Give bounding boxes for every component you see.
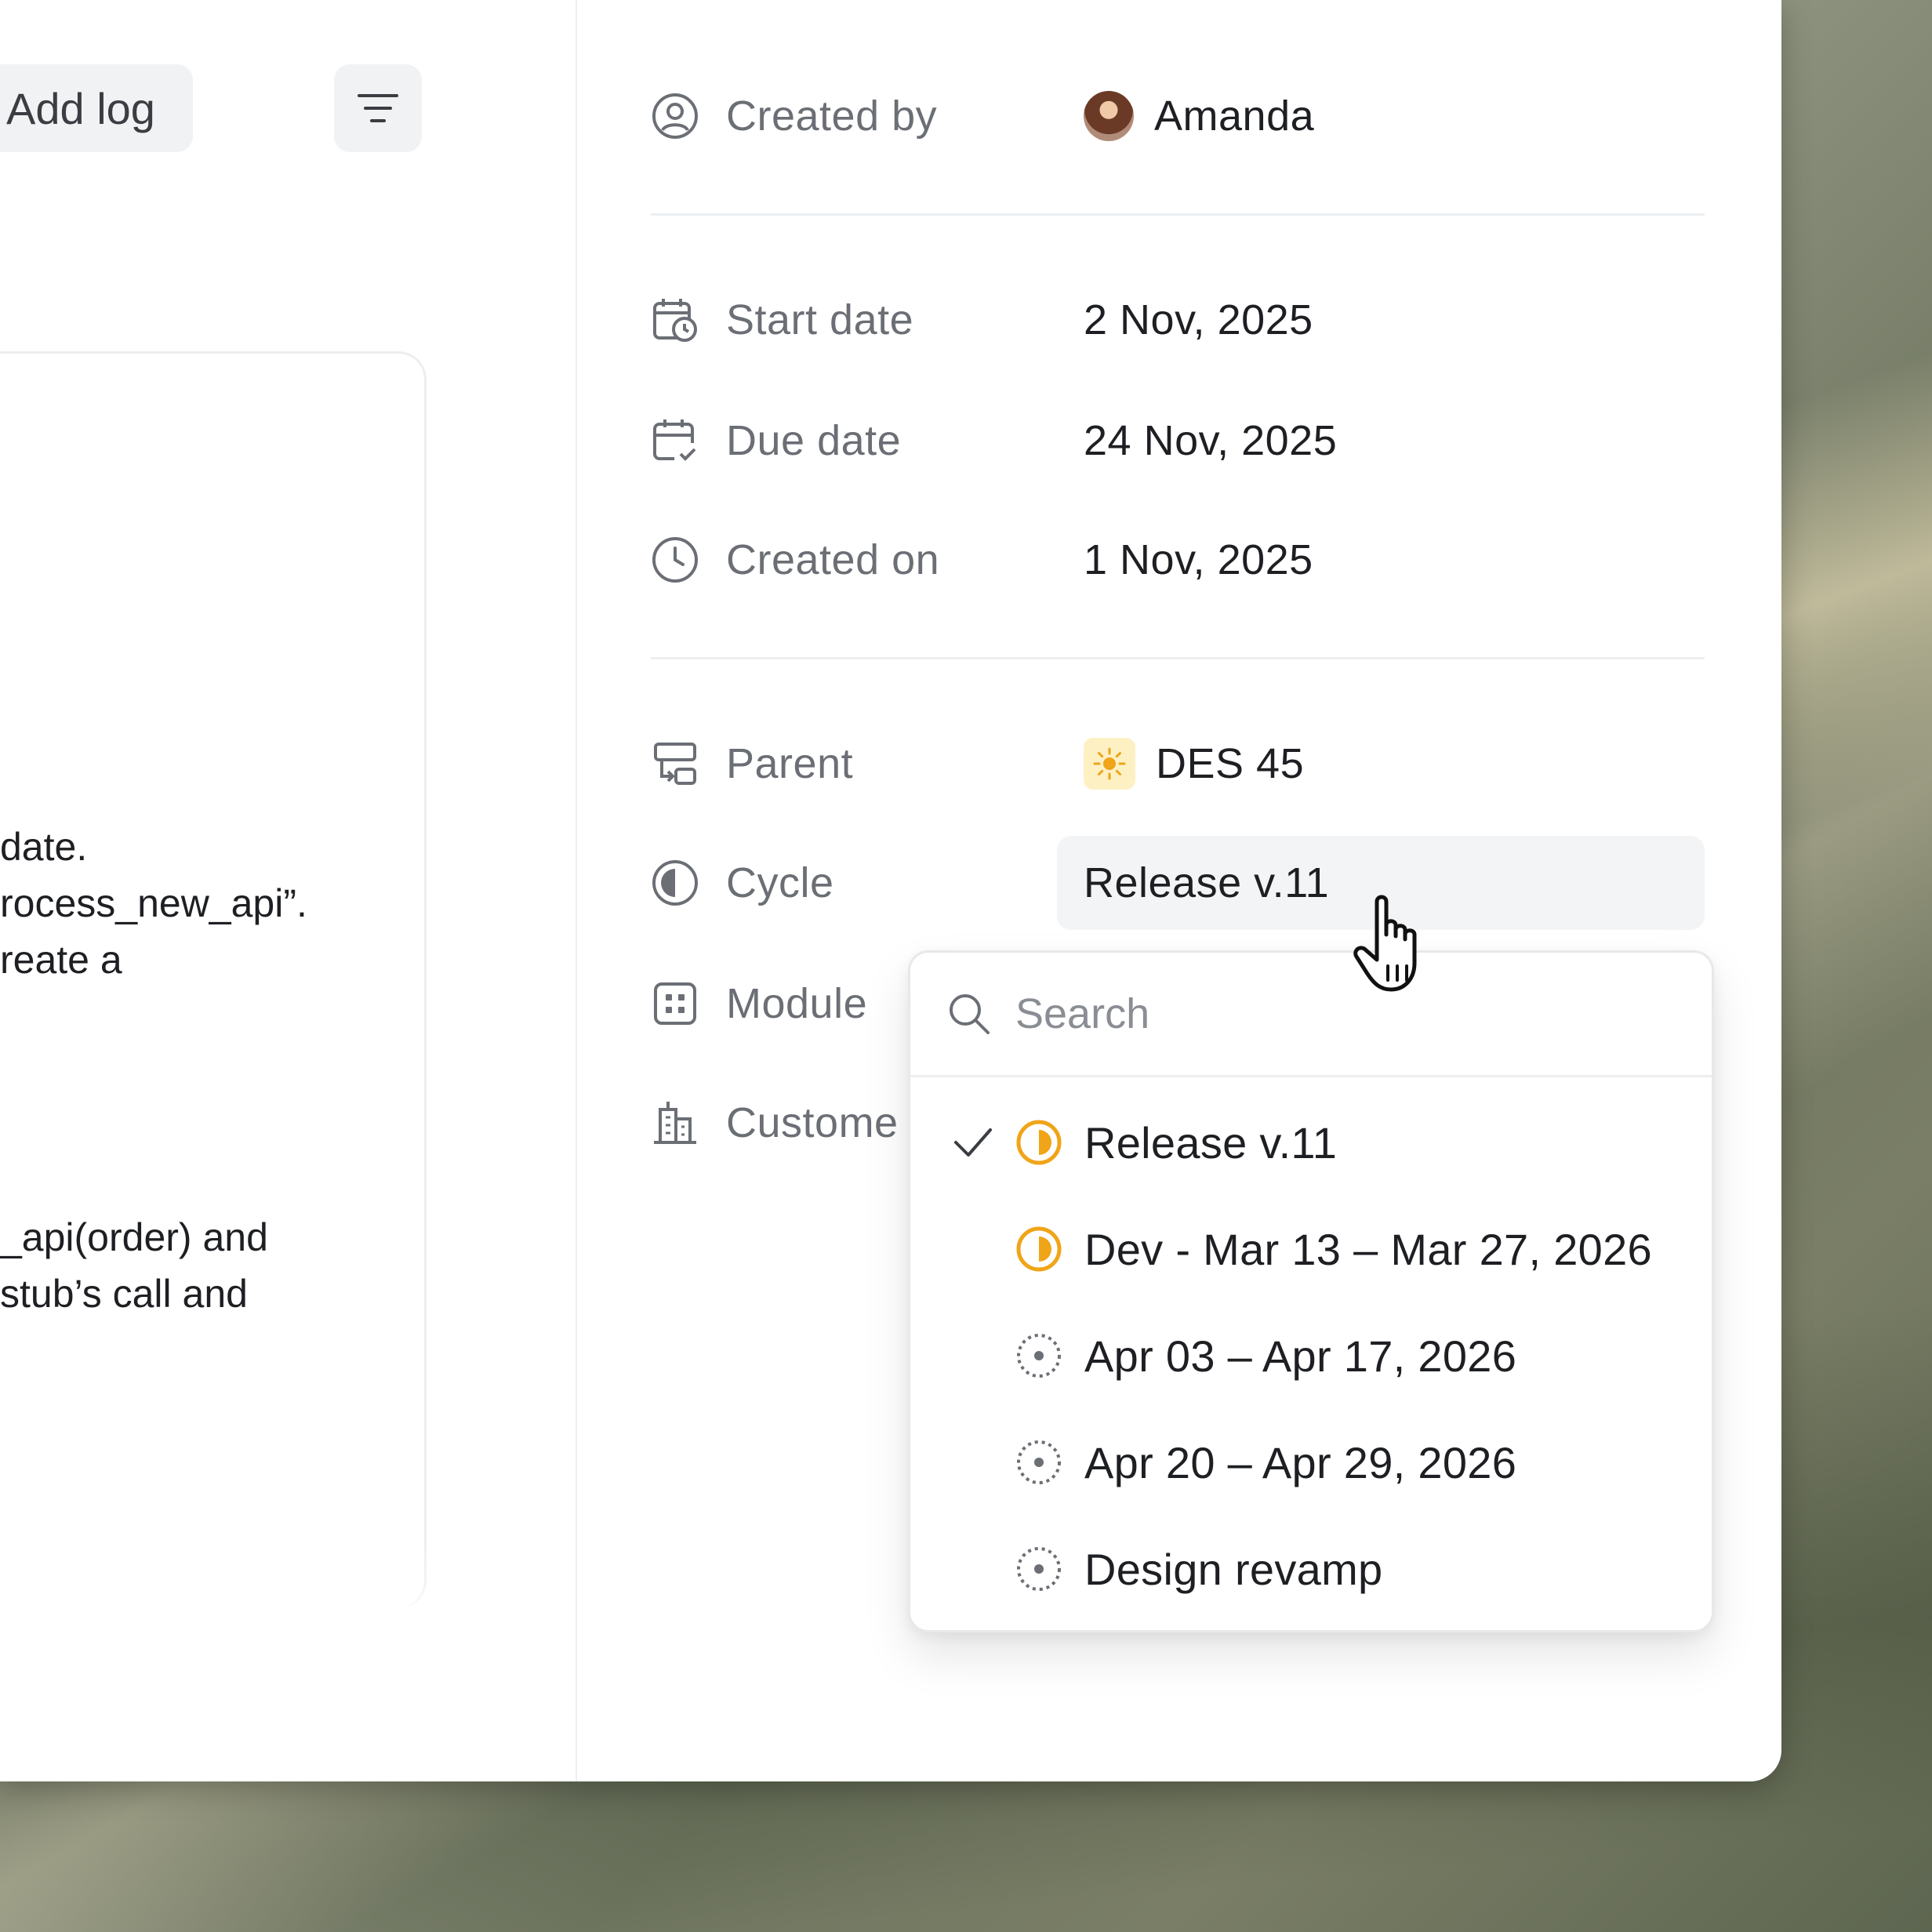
- parent-value[interactable]: DES 45: [1084, 732, 1304, 795]
- issue-window: Add log date. rocess_new_api”. reate a _…: [0, 0, 1781, 1781]
- module-row: Module: [651, 972, 867, 1035]
- cycle-row: Cycle: [651, 852, 834, 914]
- cycle-option-label: Dev - Mar 13 – Mar 27, 2026: [1084, 1224, 1652, 1274]
- cycle-option[interactable]: Release v.11: [910, 1095, 1712, 1189]
- created-by-name: Amanda: [1154, 93, 1315, 140]
- start-date-label: Start date: [726, 296, 914, 343]
- search-icon: [950, 994, 990, 1034]
- created-by-row: Created by: [651, 85, 937, 147]
- cycle-upcoming-icon: [1014, 1544, 1064, 1594]
- cycle-option-label: Release v.11: [1084, 1117, 1338, 1168]
- hand-cursor-icon: [1353, 895, 1417, 992]
- search-input[interactable]: [1014, 989, 1566, 1039]
- due-date-value[interactable]: 24 Nov, 2025: [1084, 409, 1337, 472]
- building-icon: [651, 1099, 699, 1147]
- clock-icon: [651, 536, 699, 584]
- avatar: [1084, 91, 1134, 141]
- activity-text-line: stub’s call and: [0, 1272, 248, 1316]
- cycle-option[interactable]: Apr 20 – Apr 29, 2026: [910, 1415, 1712, 1509]
- activity-text-line: date.: [0, 825, 88, 869]
- due-date-label: Due date: [726, 417, 902, 464]
- parent-label: Parent: [726, 740, 854, 787]
- cycle-dropdown: Release v.11 Dev - Mar 13 – Mar 27, 2026…: [908, 950, 1714, 1632]
- sun-icon: [1084, 738, 1135, 790]
- properties-pane: Created by Amanda Start date 2 Nov, 2025…: [577, 0, 1781, 1781]
- cycle-label: Cycle: [726, 859, 834, 906]
- cycle-selected-value: Release v.11: [1084, 859, 1330, 906]
- filter-icon: [358, 94, 398, 122]
- cycle-option-label: Apr 03 – Apr 17, 2026: [1084, 1331, 1517, 1381]
- parent-id: DES 45: [1156, 740, 1305, 787]
- divider: [651, 213, 1705, 216]
- cycle-upcoming-icon: [1014, 1437, 1064, 1487]
- calendar-clock-icon: [651, 296, 699, 344]
- card-fade: [0, 1537, 455, 1781]
- activity-text-line: reate a: [0, 938, 122, 982]
- activity-text-line: _api(order) and: [0, 1215, 268, 1259]
- cycle-upcoming-icon: [1014, 1331, 1064, 1381]
- cycle-icon: [651, 859, 699, 907]
- calendar-check-icon: [651, 416, 699, 465]
- cycle-in-progress-icon: [1014, 1224, 1064, 1274]
- customer-row: Custome: [651, 1091, 899, 1154]
- start-date-row: Start date: [651, 289, 913, 351]
- due-date-row: Due date: [651, 409, 901, 472]
- start-date-value[interactable]: 2 Nov, 2025: [1084, 289, 1313, 351]
- check-icon: [950, 1119, 997, 1166]
- created-on-row: Created on: [651, 528, 939, 591]
- created-by-value[interactable]: Amanda: [1084, 85, 1314, 147]
- cycle-option[interactable]: Apr 03 – Apr 17, 2026: [910, 1309, 1712, 1403]
- cycle-option[interactable]: Design revamp: [910, 1522, 1712, 1616]
- parent-hierarchy-icon: [651, 739, 699, 788]
- cycle-option-label: Apr 20 – Apr 29, 2026: [1084, 1437, 1517, 1487]
- dropdown-search: [910, 953, 1712, 1077]
- customer-label: Custome: [726, 1099, 899, 1146]
- user-circle-icon: [651, 92, 699, 140]
- created-by-label: Created by: [726, 93, 938, 140]
- parent-row: Parent: [651, 732, 853, 795]
- module-label: Module: [726, 980, 868, 1027]
- divider: [651, 657, 1705, 659]
- created-on-label: Created on: [726, 536, 940, 583]
- module-grid-icon: [651, 979, 699, 1028]
- cycle-option[interactable]: Dev - Mar 13 – Mar 27, 2026: [910, 1202, 1712, 1296]
- add-log-button[interactable]: Add log: [0, 64, 193, 152]
- activity-pane: Add log date. rocess_new_api”. reate a _…: [0, 0, 577, 1781]
- filter-button[interactable]: [334, 64, 422, 152]
- activity-text-line: rocess_new_api”.: [0, 881, 307, 925]
- cycle-option-label: Design revamp: [1084, 1544, 1383, 1594]
- created-on-value: 1 Nov, 2025: [1084, 536, 1313, 583]
- cycle-in-progress-icon: [1014, 1117, 1064, 1168]
